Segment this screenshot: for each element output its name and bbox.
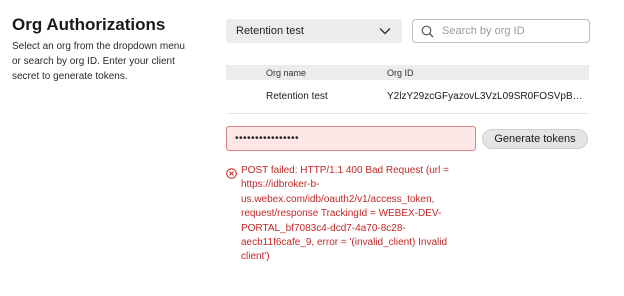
generate-tokens-button[interactable]: Generate tokens (482, 128, 588, 149)
table-header: Org name Org ID (226, 65, 589, 80)
page-description: Select an org from the dropdown menu or … (12, 41, 185, 82)
chevron-down-icon (378, 24, 392, 38)
org-dropdown-value: Retention test (236, 25, 304, 37)
column-header-org-id: Org ID (387, 67, 414, 78)
table-row[interactable]: Retention test Y2lzY29zcGFyazovL3VzL09SR… (226, 80, 589, 114)
org-select-row: Retention test (226, 19, 590, 43)
client-secret-field[interactable] (226, 126, 476, 151)
org-authorizations-page: Org Authorizations Select an org from th… (0, 0, 624, 296)
left-panel: Org Authorizations Select an org from th… (12, 15, 192, 84)
search-input[interactable] (442, 25, 582, 37)
page-title: Org Authorizations (12, 15, 166, 34)
org-search-field[interactable] (412, 19, 590, 43)
right-panel: Retention test Org name Org ID Retention… (226, 19, 590, 265)
org-name-cell: Retention test (266, 91, 328, 102)
error-circle-icon (226, 166, 237, 179)
error-text: POST failed: HTTP/1.1 400 Bad Request (u… (241, 165, 449, 263)
org-table: Org name Org ID Retention test Y2lzY29zc… (226, 65, 589, 114)
column-header-org-name: Org name (266, 67, 307, 78)
client-secret-row: Generate tokens (226, 126, 590, 151)
search-icon (421, 25, 434, 38)
org-id-cell: Y2lzY29zcGFyazovL3VzL09SR0FOSVpBVElPTi8.… (387, 91, 589, 102)
client-secret-input[interactable] (235, 133, 465, 144)
org-dropdown[interactable]: Retention test (226, 19, 402, 43)
error-message: POST failed: HTTP/1.1 400 Bad Request (u… (226, 164, 590, 265)
